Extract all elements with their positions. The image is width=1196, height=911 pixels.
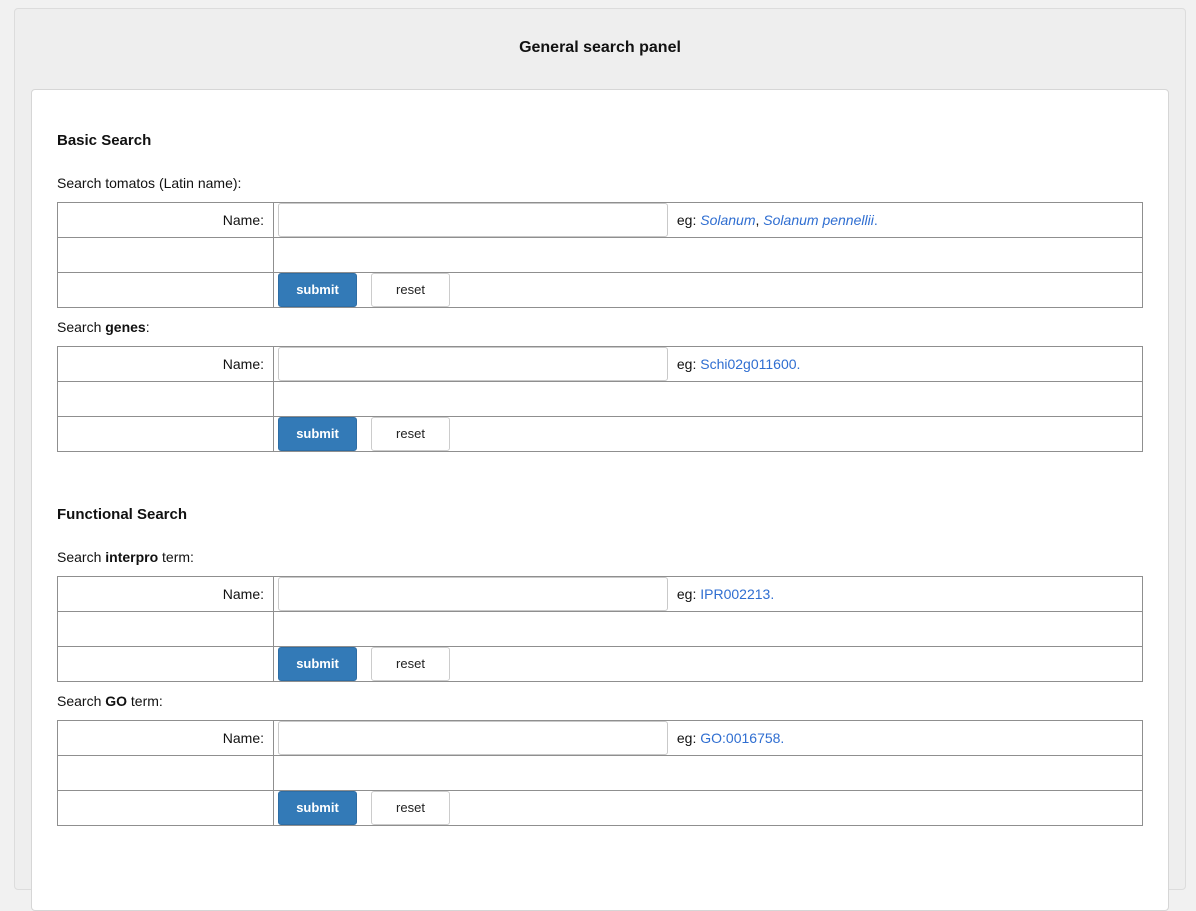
example-link-solanum[interactable]: Solanum bbox=[700, 212, 755, 228]
section-title-basic-search: Basic Search bbox=[57, 132, 152, 149]
interpro-search-form: Name: eg: IPR002213. submit reset bbox=[57, 576, 1143, 682]
example-hint: eg: Solanum, Solanum pennellii. bbox=[676, 212, 878, 228]
panel-body: Basic Search Search tomatos (Latin name)… bbox=[31, 89, 1169, 911]
gene-name-input[interactable] bbox=[278, 347, 668, 381]
go-search-form: Name: eg: GO:0016758. submit reset bbox=[57, 720, 1143, 826]
name-label: Name: bbox=[57, 720, 274, 756]
submit-button[interactable]: submit bbox=[278, 791, 357, 825]
example-link-interpro[interactable]: IPR002213 bbox=[700, 586, 770, 602]
example-link-solanum-pennellii[interactable]: Solanum pennellii bbox=[763, 212, 874, 228]
tomato-name-input[interactable] bbox=[278, 203, 668, 237]
example-hint: eg: GO:0016758. bbox=[676, 730, 785, 746]
reset-button[interactable]: reset bbox=[371, 273, 450, 307]
reset-button[interactable]: reset bbox=[371, 791, 450, 825]
submit-button[interactable]: submit bbox=[278, 273, 357, 307]
submit-button[interactable]: submit bbox=[278, 417, 357, 451]
example-link-gene[interactable]: Schi02g011600 bbox=[700, 356, 796, 372]
example-hint: eg: Schi02g011600. bbox=[676, 356, 801, 372]
reset-button[interactable]: reset bbox=[371, 417, 450, 451]
example-hint: eg: IPR002213. bbox=[676, 586, 775, 602]
eg-prefix: eg: bbox=[676, 212, 697, 228]
gene-search-form: Name: eg: Schi02g011600. submit reset bbox=[57, 346, 1143, 452]
name-label: Name: bbox=[57, 202, 274, 238]
caption-text: Search tomatos (Latin name): bbox=[57, 175, 242, 191]
interpro-name-input[interactable] bbox=[278, 577, 668, 611]
caption-tomatos: Search tomatos (Latin name): bbox=[57, 175, 241, 191]
submit-button[interactable]: submit bbox=[278, 647, 357, 681]
caption-interpro: Search interpro term: bbox=[57, 549, 194, 565]
name-label: Name: bbox=[57, 576, 274, 612]
section-title-functional-search: Functional Search bbox=[57, 506, 188, 523]
panel-title: General search panel bbox=[519, 39, 681, 56]
go-name-input[interactable] bbox=[278, 721, 668, 755]
tomato-search-form: Name: eg: Solanum, Solanum pennellii. su… bbox=[57, 202, 1143, 308]
search-panel: General search panel Basic Search Search… bbox=[14, 8, 1186, 911]
name-label: Name: bbox=[57, 346, 274, 382]
example-link-go[interactable]: GO:0016758 bbox=[700, 730, 780, 746]
caption-genes: Search genes: bbox=[57, 319, 150, 335]
reset-button[interactable]: reset bbox=[371, 647, 450, 681]
caption-go: Search GO term: bbox=[57, 693, 163, 709]
